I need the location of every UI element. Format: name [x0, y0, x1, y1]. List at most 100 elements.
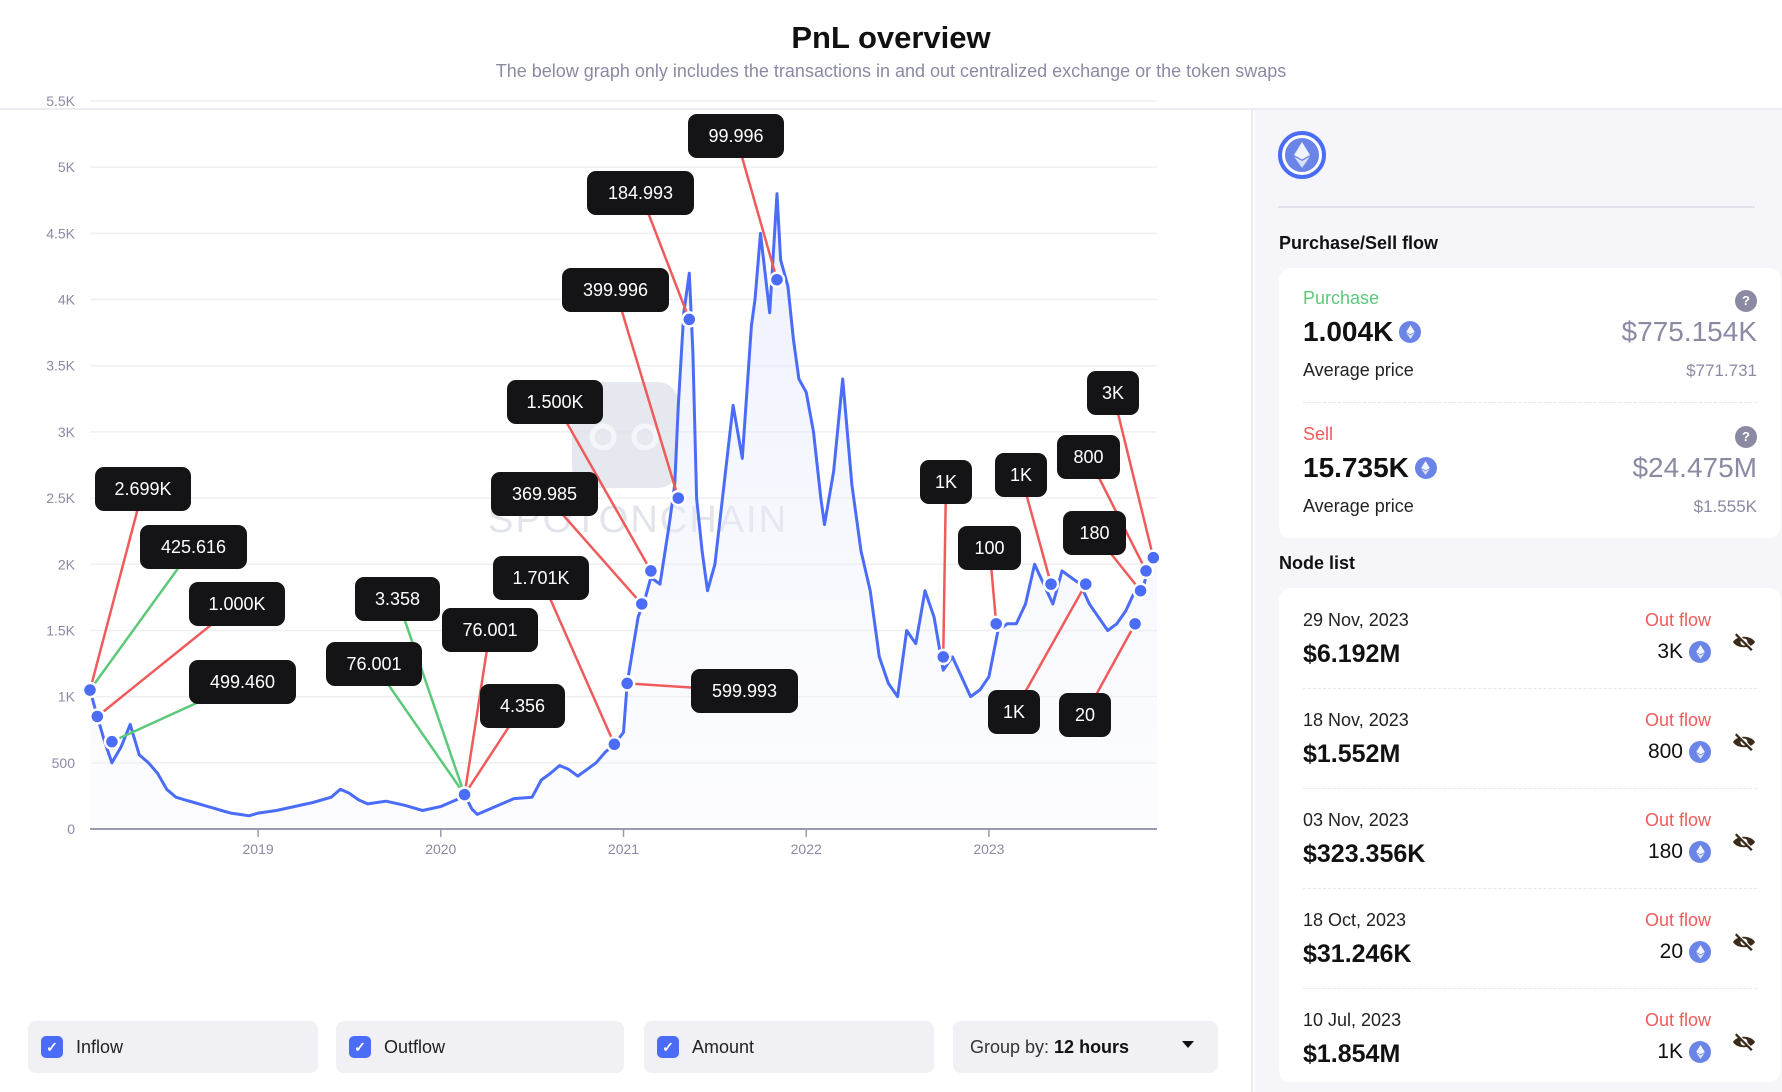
x-tick-label: 2020 — [425, 841, 456, 857]
node-marker — [1137, 562, 1155, 580]
outflow-toggle[interactable]: ✓ Outflow — [336, 1021, 624, 1073]
annotation-label: 76.001 — [346, 654, 401, 674]
purchase-avg-label: Average price — [1303, 360, 1414, 380]
amount-label: Amount — [692, 1036, 755, 1057]
node-marker — [670, 489, 687, 507]
node-date: 29 Nov, 2023 — [1303, 610, 1409, 630]
help-icon[interactable]: ? — [1735, 426, 1757, 448]
divider — [1303, 688, 1757, 689]
sidebar: Purchase/Sell flow Purchase ? 1.004K $77… — [1255, 110, 1782, 1092]
inflow-toggle[interactable]: ✓ Inflow — [28, 1021, 318, 1073]
eye-slash-icon[interactable] — [1731, 1032, 1757, 1052]
node-marker — [633, 595, 651, 613]
annotation-label: 499.460 — [210, 672, 275, 692]
node-amount: 800 — [1647, 740, 1683, 763]
group-by-prefix: Group by: — [970, 1036, 1055, 1057]
ethereum-icon — [1689, 641, 1711, 663]
ethereum-icon — [1689, 1041, 1711, 1063]
annotation-label: 1.500K — [526, 392, 583, 412]
checkbox-checked-icon[interactable]: ✓ — [349, 1036, 371, 1058]
purchase-avg-value: $771.731 — [1686, 361, 1757, 380]
y-tick-label: 3.5K — [46, 358, 75, 374]
annotation-label: 800 — [1073, 447, 1103, 467]
x-tick-label: 2019 — [243, 841, 274, 857]
pnl-chart: 05001K1.5K2K2.5K3K3.5K4K4.5K5K5.5K SPOTO… — [46, 93, 1162, 857]
node-list-item[interactable]: 18 Oct, 2023 $31.246K Out flow 20 — [1303, 896, 1757, 996]
node-list-item[interactable]: 03 Nov, 2023 $323.356K Out flow 180 — [1303, 796, 1757, 896]
node-marker — [987, 615, 1005, 633]
sidebar-divider — [1278, 206, 1755, 208]
annotation-label: 1K — [1010, 465, 1032, 485]
node-marker — [1126, 615, 1144, 633]
node-marker — [618, 675, 636, 692]
ethereum-icon — [1278, 131, 1326, 179]
annotation-label: 184.993 — [608, 183, 673, 203]
ethereum-icon — [1414, 457, 1437, 479]
outflow-connector — [88, 488, 145, 691]
node-list: 29 Nov, 2023 $6.192M Out flow 3K 18 Nov,… — [1279, 588, 1781, 1082]
checkbox-checked-icon[interactable]: ✓ — [657, 1036, 679, 1058]
eye-slash-icon[interactable] — [1731, 932, 1757, 952]
node-usd-value: $323.356K — [1303, 840, 1426, 868]
node-marker — [606, 736, 623, 753]
node-flow-type: Out flow — [1644, 810, 1711, 830]
node-marker — [642, 562, 660, 580]
y-tick-label: 2.5K — [46, 490, 75, 506]
node-list-item[interactable]: 29 Nov, 2023 $6.192M Out flow 3K — [1303, 596, 1757, 696]
node-flow-type: Out flow — [1644, 710, 1711, 730]
x-axis: 2019 2020 2021 2022 2023 — [90, 828, 1157, 857]
eye-slash-icon[interactable] — [1731, 632, 1757, 652]
eye-slash-icon[interactable] — [1731, 732, 1757, 752]
purchase-usd: $775.154K — [1621, 316, 1757, 347]
y-axis: 0 500 1K 1.5K 2K 2.5K 3K 3.5K 4K 4.5K 5K 5.5K — [46, 93, 75, 837]
amount-toggle[interactable]: ✓ Amount — [644, 1021, 934, 1073]
annotation-label: 100 — [974, 538, 1004, 558]
y-tick-label: 5K — [58, 159, 76, 175]
purchase-sell-title: Purchase/Sell flow — [1279, 233, 1439, 253]
purchase-sell-card: Purchase ? 1.004K $775.154K Average pric… — [1279, 268, 1781, 538]
y-tick-label: 1.5K — [46, 622, 75, 638]
node-flow-type: Out flow — [1644, 1010, 1711, 1030]
caret-down-icon — [1182, 1041, 1194, 1048]
divider — [1303, 888, 1757, 889]
annotation-label: 3K — [1102, 383, 1124, 403]
divider — [1303, 788, 1757, 789]
node-marker — [1042, 575, 1060, 593]
annotation-label: 1.701K — [512, 568, 569, 588]
node-list-title: Node list — [1279, 553, 1356, 573]
purchase-label: Purchase — [1303, 288, 1380, 308]
x-tick-label: 2023 — [973, 841, 1004, 857]
y-tick-label: 5.5K — [46, 93, 75, 109]
help-icon[interactable]: ? — [1735, 290, 1757, 312]
node-date: 18 Nov, 2023 — [1303, 710, 1409, 730]
ethereum-icon — [1689, 741, 1711, 763]
checkbox-checked-icon[interactable]: ✓ — [41, 1036, 63, 1058]
node-marker — [934, 648, 952, 666]
node-amount: 1K — [1657, 1040, 1683, 1063]
annotation-label: 369.985 — [512, 484, 577, 504]
purchase-amount: 1.004K — [1303, 316, 1394, 347]
node-list-item[interactable]: 10 Jul, 2023 $1.854M Out flow 1K — [1303, 996, 1757, 1082]
y-tick-label: 0 — [67, 821, 75, 837]
node-date: 18 Oct, 2023 — [1303, 910, 1407, 930]
node-amount: 3K — [1657, 640, 1683, 663]
node-usd-value: $31.246K — [1303, 940, 1412, 968]
node-usd-value: $1.552M — [1303, 740, 1401, 768]
node-marker — [89, 708, 106, 725]
eye-slash-icon[interactable] — [1731, 832, 1757, 852]
annotation-label: 99.996 — [708, 126, 763, 146]
node-amount: 20 — [1659, 940, 1683, 963]
annotation-label: 399.996 — [583, 280, 648, 300]
y-tick-label: 4.5K — [46, 225, 75, 241]
inflow-label: Inflow — [76, 1036, 124, 1057]
node-marker — [456, 786, 473, 803]
x-tick-label: 2021 — [608, 841, 639, 857]
y-tick-label: 3K — [58, 424, 76, 440]
sell-avg-value: $1.555K — [1693, 497, 1757, 516]
node-list-item[interactable]: 18 Nov, 2023 $1.552M Out flow 800 — [1303, 696, 1757, 796]
node-marker — [1132, 582, 1149, 599]
group-by-select[interactable]: Group by: 12 hours — [953, 1021, 1218, 1073]
node-marker — [1145, 549, 1162, 566]
ethereum-icon — [1399, 321, 1422, 343]
annotation-label: 180 — [1079, 523, 1109, 543]
